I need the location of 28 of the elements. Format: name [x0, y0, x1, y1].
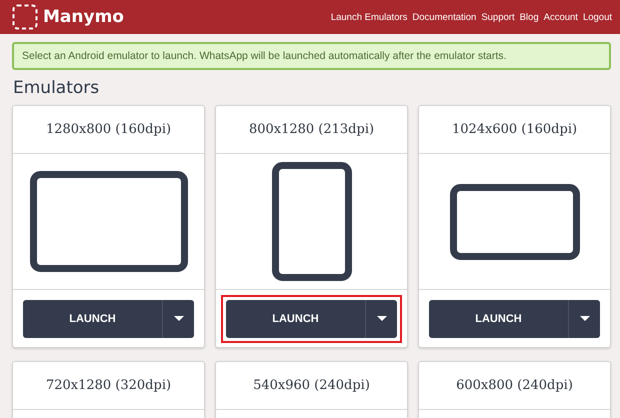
logo-text[interactable]: Manymo: [43, 7, 124, 27]
nav-link[interactable]: Account: [544, 12, 578, 22]
emulator-title: 540x960 (240dpi): [216, 362, 407, 410]
dropdown-button[interactable]: [569, 300, 600, 338]
info-message: Select an Android emulator to launch. WhatsApp will be launched automatically after the emulator starts.: [12, 42, 611, 70]
dropdown-button[interactable]: [366, 300, 397, 338]
tablet-icon: [450, 184, 580, 260]
nav-link[interactable]: Blog: [520, 12, 539, 22]
launch-button[interactable]: LAUNCH: [23, 300, 163, 338]
section-heading: Emulators: [13, 78, 100, 98]
phone-icon: [272, 162, 352, 281]
caret-icon: [376, 316, 386, 321]
emulator-title: 1280x800 (160dpi): [13, 106, 204, 154]
dropdown-button[interactable]: [163, 300, 194, 338]
logo-icon: [12, 4, 38, 30]
nav-link[interactable]: Support: [481, 12, 515, 22]
emulator-title: 720x1280 (320dpi): [13, 362, 204, 410]
nav-link[interactable]: Documentation: [412, 12, 476, 22]
nav-link[interactable]: Logout: [582, 12, 612, 22]
tablet-icon: [30, 171, 188, 272]
launch-button[interactable]: LAUNCH: [429, 300, 569, 338]
caret-icon: [580, 316, 590, 321]
caret-icon: [174, 316, 184, 321]
emulator-title: 800x1280 (213dpi): [216, 106, 407, 154]
nav-link[interactable]: Launch Emulators: [330, 12, 408, 22]
emulator-title: 600x800 (240dpi): [419, 362, 610, 410]
launch-button[interactable]: LAUNCH: [226, 300, 366, 338]
emulator-title: 1024x600 (160dpi): [419, 106, 610, 154]
